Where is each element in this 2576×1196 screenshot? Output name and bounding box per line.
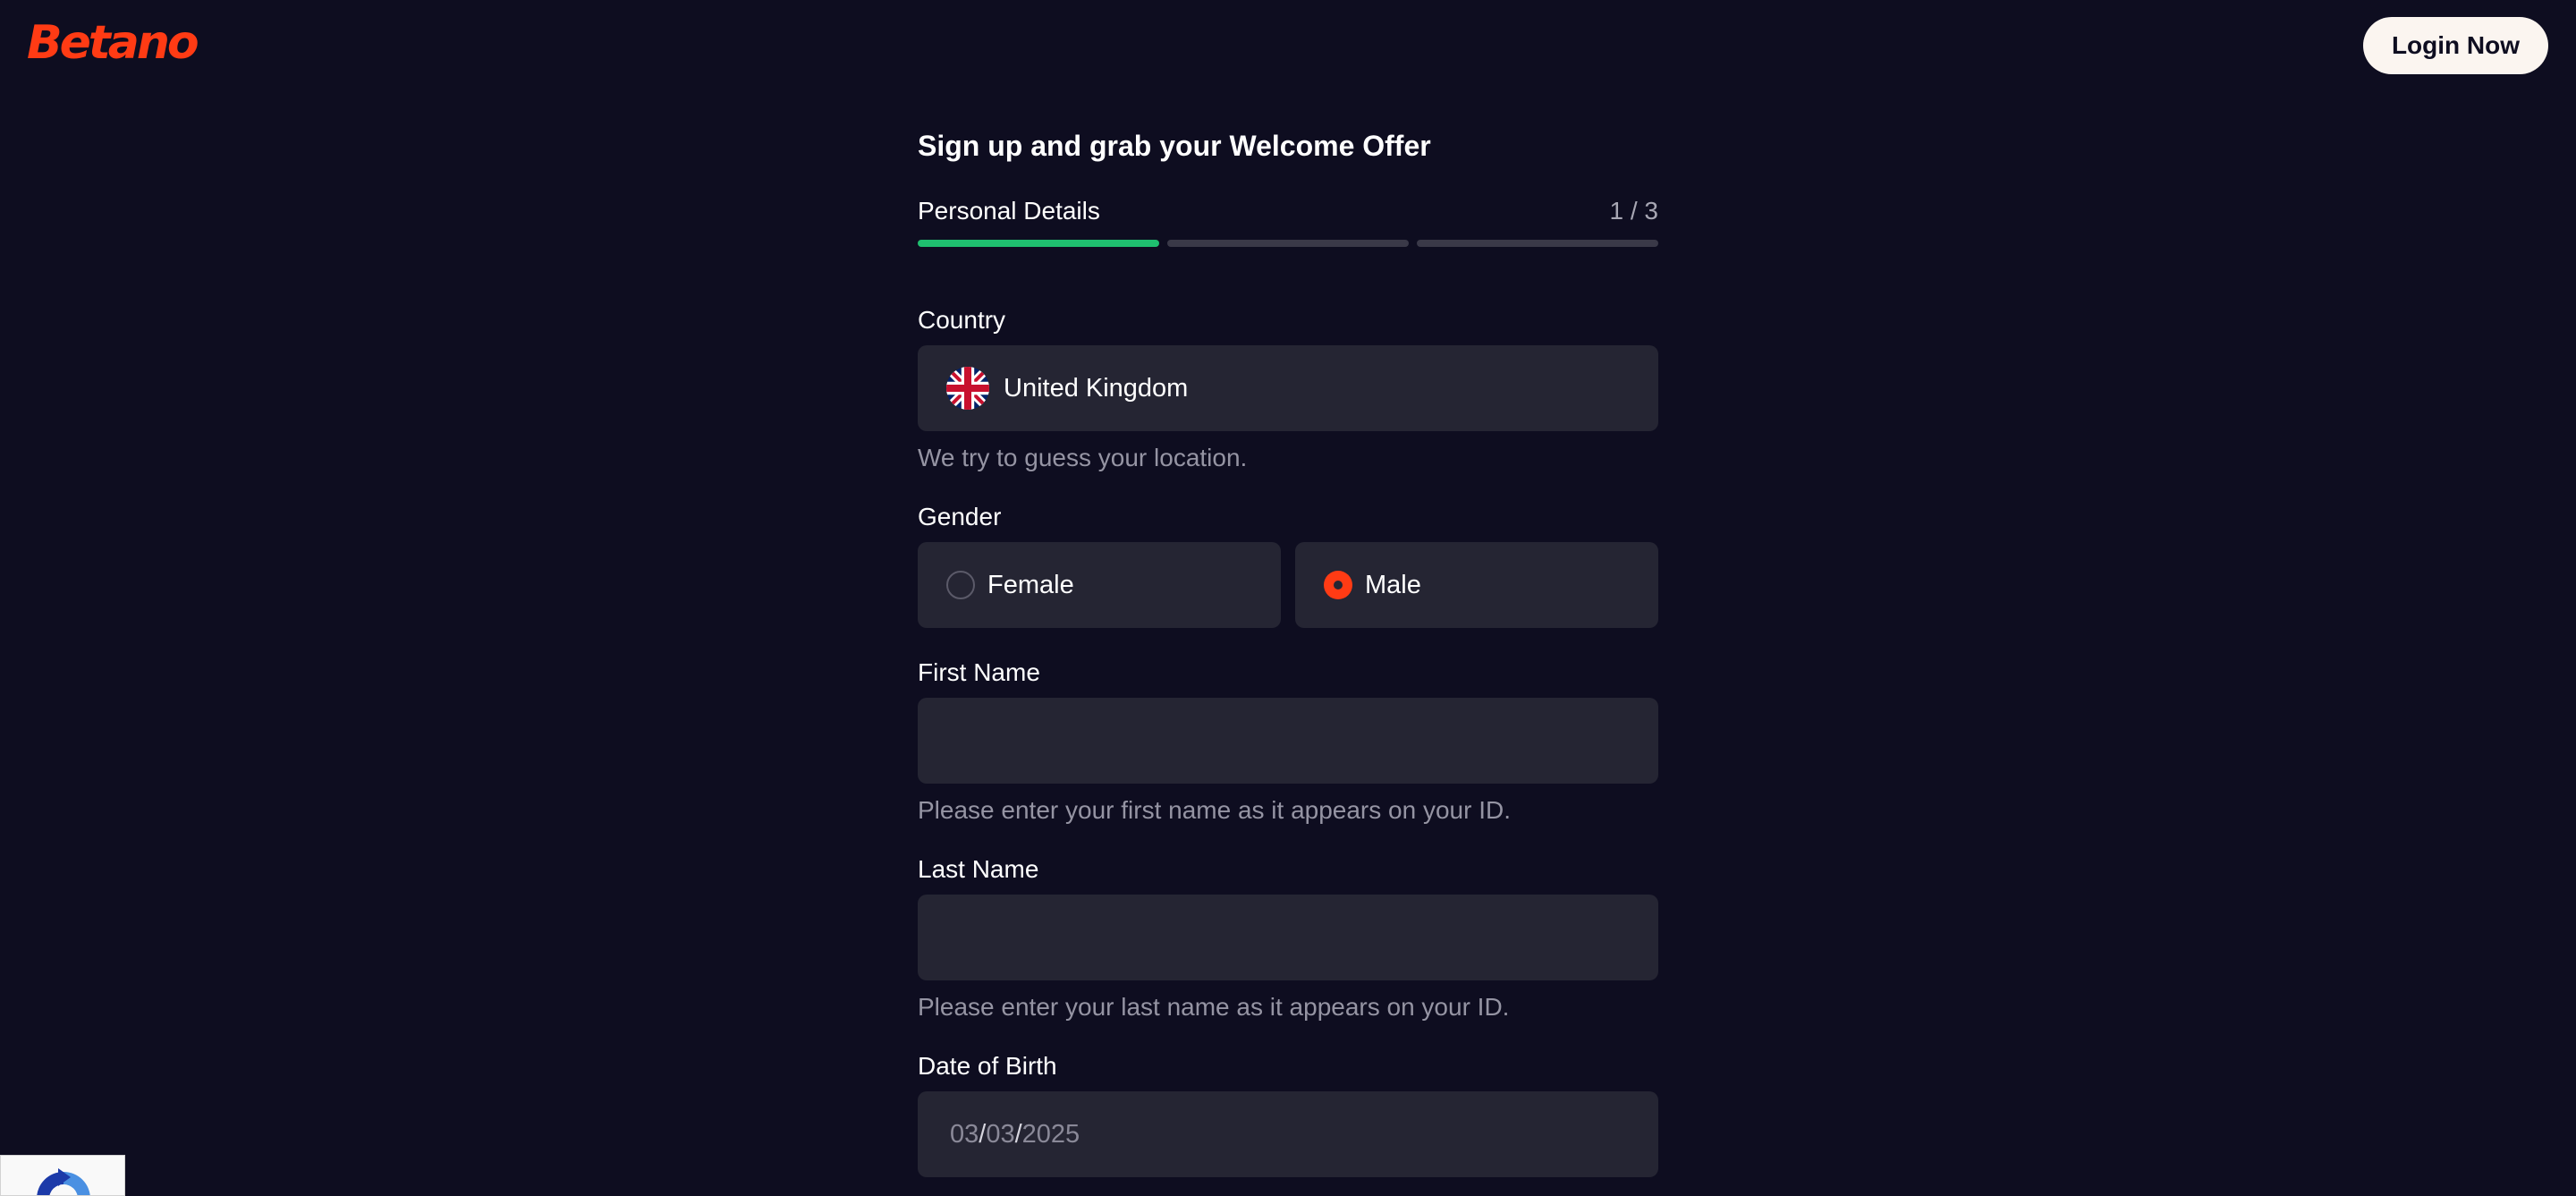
last-name-input[interactable] (918, 895, 1658, 980)
dob-separator: / (1014, 1119, 1022, 1149)
female-label: Female (987, 570, 1074, 599)
gender-label: Gender (918, 503, 1002, 530)
progress-segment-3 (1417, 240, 1658, 247)
country-value: United Kingdom (1004, 373, 1189, 403)
country-hint: We try to guess your location. (918, 444, 1248, 471)
page-title: Sign up and grab your Welcome Offer (918, 130, 1431, 162)
first-name-field-box (918, 698, 1658, 784)
last-name-label: Last Name (918, 855, 1039, 883)
login-now-button[interactable]: Login Now (2363, 17, 2548, 74)
step-progress-bar (918, 240, 1658, 247)
country-select[interactable]: United Kingdom (918, 345, 1658, 431)
gender-option-male[interactable]: Male (1295, 542, 1658, 628)
female-radio[interactable] (946, 571, 975, 599)
last-name-field-box (918, 895, 1658, 980)
step-counter: 1 / 3 (1609, 197, 1658, 225)
male-radio[interactable] (1324, 571, 1352, 599)
gender-option-female[interactable]: Female (918, 542, 1281, 628)
first-name-label: First Name (918, 658, 1040, 686)
last-name-hint: Please enter your last name as it appear… (918, 993, 1510, 1021)
dob-year[interactable]: 2025 (1022, 1120, 1080, 1149)
dob-separator: / (979, 1119, 987, 1149)
progress-segment-1 (918, 240, 1159, 247)
recaptcha-badge[interactable] (0, 1155, 125, 1196)
progress-segment-2 (1167, 240, 1409, 247)
dob-month[interactable]: 03 (986, 1120, 1014, 1149)
top-bar: Betano Login Now (0, 0, 2576, 89)
dob-input[interactable]: 03/03/2025 (918, 1091, 1658, 1177)
dob-label: Date of Birth (918, 1052, 1057, 1080)
country-label: Country (918, 306, 1006, 334)
recaptcha-icon (37, 1168, 90, 1195)
uk-flag-icon (946, 367, 989, 410)
betano-logo[interactable]: Betano (27, 13, 199, 73)
dob-day[interactable]: 03 (950, 1120, 979, 1149)
first-name-input[interactable] (918, 698, 1658, 784)
male-label: Male (1365, 570, 1421, 599)
step-label: Personal Details (918, 197, 1100, 225)
first-name-hint: Please enter your first name as it appea… (918, 796, 1511, 824)
